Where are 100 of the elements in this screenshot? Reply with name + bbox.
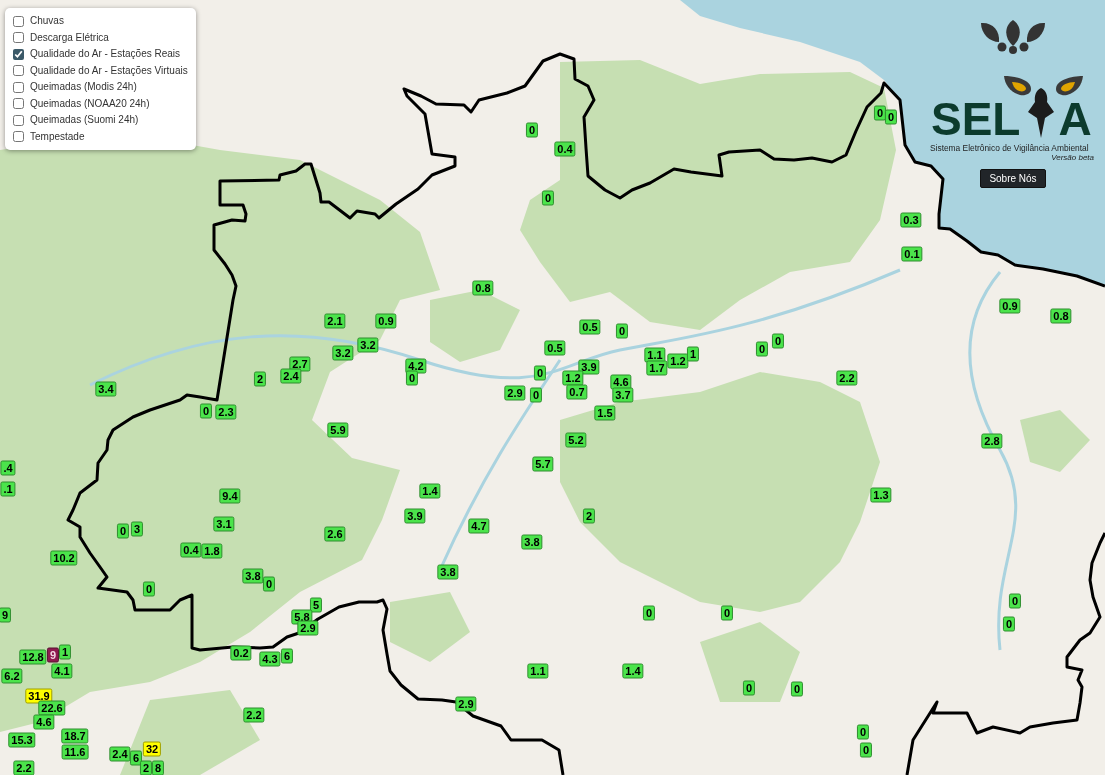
- value-marker[interactable]: 3.2: [357, 337, 379, 353]
- about-button[interactable]: Sobre Nós: [980, 169, 1046, 188]
- value-marker[interactable]: 0.5: [579, 319, 601, 335]
- value-marker[interactable]: 1.7: [646, 360, 668, 376]
- layer-label[interactable]: Queimadas (Suomi 24h): [30, 114, 139, 127]
- layer-checkbox[interactable]: [13, 131, 24, 143]
- value-marker[interactable]: 1.3: [870, 487, 892, 503]
- value-marker[interactable]: 0.1: [901, 246, 923, 262]
- value-marker[interactable]: 2.9: [455, 696, 477, 712]
- value-marker[interactable]: 4.3: [259, 651, 281, 667]
- value-marker[interactable]: 18.7: [61, 728, 89, 744]
- value-marker[interactable]: 1.8: [201, 543, 223, 559]
- layer-checkbox[interactable]: [13, 65, 24, 77]
- value-marker[interactable]: 0: [533, 365, 547, 381]
- value-marker[interactable]: 6: [129, 750, 143, 766]
- layer-label[interactable]: Chuvas: [30, 15, 64, 28]
- value-marker[interactable]: 4.7: [468, 518, 490, 534]
- value-marker[interactable]: 1.5: [594, 405, 616, 421]
- value-marker[interactable]: 0.9: [999, 298, 1021, 314]
- value-marker[interactable]: 3.8: [242, 568, 264, 584]
- value-marker[interactable]: 0: [742, 680, 756, 696]
- layer-checkbox[interactable]: [13, 48, 24, 60]
- value-marker[interactable]: 0: [199, 403, 213, 419]
- value-marker[interactable]: 5.9: [327, 422, 349, 438]
- value-marker[interactable]: 10.2: [50, 550, 78, 566]
- value-marker[interactable]: 0: [771, 333, 785, 349]
- value-marker[interactable]: 4.1: [51, 663, 73, 679]
- value-marker[interactable]: 0: [642, 605, 656, 621]
- value-marker[interactable]: 5.7: [532, 456, 554, 472]
- value-marker[interactable]: 1.2: [667, 353, 689, 369]
- value-marker[interactable]: 1.4: [419, 483, 441, 499]
- value-marker[interactable]: 3: [130, 521, 144, 537]
- value-marker[interactable]: 0: [720, 605, 734, 621]
- value-marker[interactable]: 2.2: [243, 707, 265, 723]
- value-marker[interactable]: 2: [139, 760, 153, 775]
- value-marker[interactable]: 4.2: [405, 358, 427, 374]
- layer-checkbox[interactable]: [13, 114, 24, 126]
- value-marker[interactable]: 2.8: [981, 433, 1003, 449]
- value-marker[interactable]: 1.2: [562, 370, 584, 386]
- value-marker[interactable]: 0: [529, 387, 543, 403]
- value-marker[interactable]: 15.3: [8, 732, 36, 748]
- value-marker[interactable]: 0: [541, 190, 555, 206]
- value-marker[interactable]: 0: [1002, 616, 1016, 632]
- value-marker[interactable]: 0: [262, 576, 276, 592]
- value-marker[interactable]: 0.7: [566, 384, 588, 400]
- value-marker[interactable]: 8: [151, 760, 165, 775]
- value-marker[interactable]: 2.9: [297, 620, 319, 636]
- value-marker[interactable]: 22.6: [38, 700, 66, 716]
- value-marker[interactable]: 0.2: [230, 645, 252, 661]
- value-marker[interactable]: 2.1: [324, 313, 346, 329]
- layer-label[interactable]: Queimadas (Modis 24h): [30, 81, 137, 94]
- value-marker[interactable]: .1: [0, 481, 16, 497]
- value-marker[interactable]: 1: [686, 346, 700, 362]
- value-marker[interactable]: 12.8: [19, 649, 47, 665]
- value-marker[interactable]: 0.8: [1050, 308, 1072, 324]
- value-marker[interactable]: 0: [856, 724, 870, 740]
- value-marker[interactable]: 3.9: [578, 359, 600, 375]
- layer-label[interactable]: Descarga Elétrica: [30, 31, 109, 44]
- value-marker[interactable]: 3.1: [213, 516, 235, 532]
- value-marker[interactable]: 2.4: [109, 746, 131, 762]
- value-marker[interactable]: 2.2: [836, 370, 858, 386]
- value-marker[interactable]: 3.8: [521, 534, 543, 550]
- value-marker[interactable]: 0: [873, 105, 887, 121]
- value-marker[interactable]: 1.4: [622, 663, 644, 679]
- value-marker[interactable]: 0.8: [472, 280, 494, 296]
- value-marker[interactable]: 0.3: [900, 212, 922, 228]
- value-marker[interactable]: 0: [142, 581, 156, 597]
- layer-checkbox[interactable]: [13, 32, 24, 44]
- value-marker[interactable]: 2: [253, 371, 267, 387]
- value-marker[interactable]: 3.9: [404, 508, 426, 524]
- value-marker[interactable]: 0.4: [554, 141, 576, 157]
- value-marker[interactable]: 0: [755, 341, 769, 357]
- value-marker[interactable]: 0: [615, 323, 629, 339]
- value-marker[interactable]: 32: [142, 741, 162, 757]
- layer-checkbox[interactable]: [13, 98, 24, 110]
- layer-label[interactable]: Qualidade do Ar - Estações Reais: [30, 48, 181, 61]
- value-marker[interactable]: 0.4: [180, 542, 202, 558]
- value-marker[interactable]: 0.5: [544, 340, 566, 356]
- value-marker[interactable]: 1.1: [527, 663, 549, 679]
- value-marker[interactable]: 2: [582, 508, 596, 524]
- value-marker[interactable]: 5.8: [291, 609, 313, 625]
- value-marker[interactable]: 9: [0, 607, 12, 623]
- value-marker[interactable]: 11.6: [61, 744, 89, 760]
- value-marker[interactable]: 3.2: [332, 345, 354, 361]
- value-marker[interactable]: 0.9: [375, 313, 397, 329]
- value-marker[interactable]: 6: [280, 648, 294, 664]
- value-marker[interactable]: 2.3: [215, 404, 237, 420]
- layer-checkbox[interactable]: [13, 81, 24, 93]
- value-marker[interactable]: 31.9: [25, 688, 53, 704]
- value-marker[interactable]: 5.2: [565, 432, 587, 448]
- value-marker[interactable]: 3.7: [612, 387, 634, 403]
- layer-label[interactable]: Qualidade do Ar - Estações Virtuais: [30, 64, 188, 77]
- value-marker[interactable]: .4: [0, 460, 16, 476]
- value-marker[interactable]: 0: [884, 109, 898, 125]
- value-marker[interactable]: 4.6: [33, 714, 55, 730]
- value-marker[interactable]: 0: [116, 523, 130, 539]
- value-marker[interactable]: 6.2: [1, 668, 23, 684]
- value-marker[interactable]: 0: [859, 742, 873, 758]
- value-marker[interactable]: 9: [46, 647, 60, 663]
- layer-label[interactable]: Tempestade: [30, 130, 85, 143]
